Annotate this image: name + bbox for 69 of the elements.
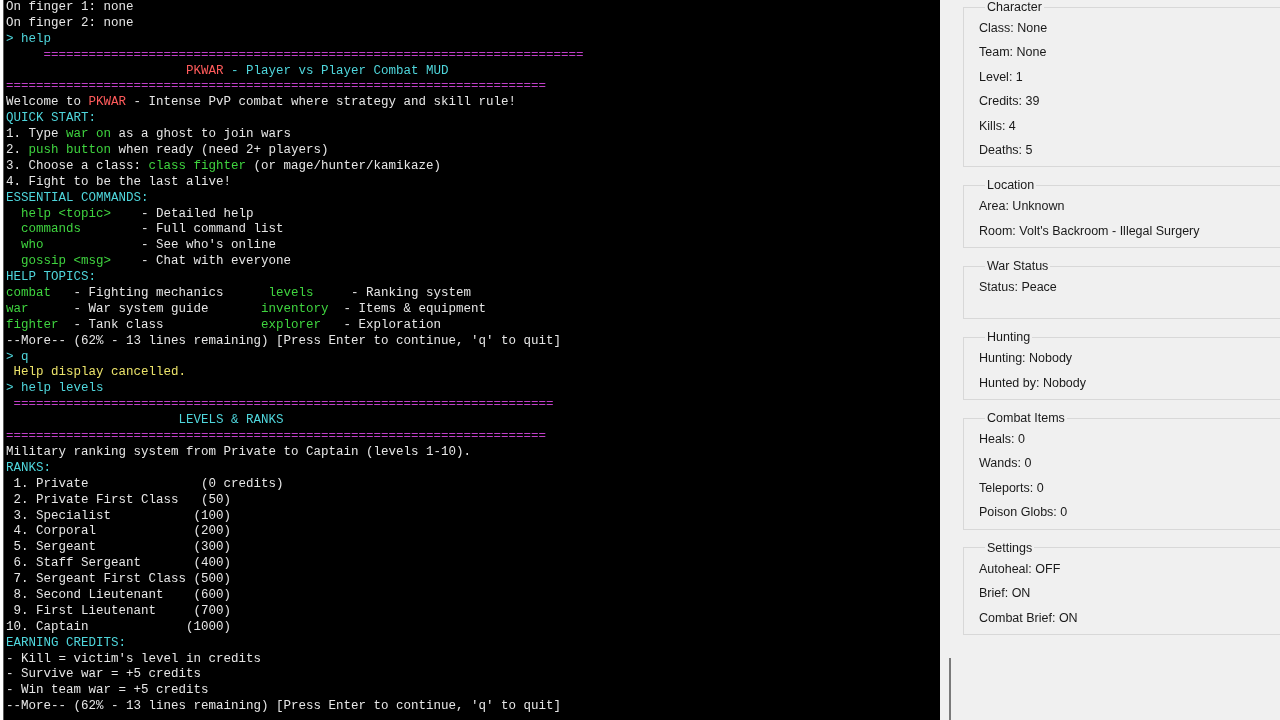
terminal-line: 2. push button when ready (need 2+ players) [6, 143, 329, 159]
section-heading: QUICK START: [6, 111, 96, 128]
section-heading: LEVELS & RANKS [177, 413, 284, 430]
info-label: Room: Volt's Backroom - Illegal Surgery [979, 222, 1200, 240]
terminal-line: war - War system guide inventory - Items & equipment [6, 301, 487, 318]
section-heading: HELP TOPICS: [6, 270, 96, 287]
command-line: > help levels [6, 381, 104, 398]
group-title: Settings [986, 540, 1034, 555]
status-message: Help display cancelled. [12, 365, 187, 382]
terminal-line: commands - Full command list [20, 222, 284, 239]
info-label: Deaths: 5 [979, 142, 1033, 160]
terminal-line: 1. Private (0 credits) [12, 476, 284, 493]
terminal-line: 7. Sergeant First Class (500) [12, 572, 232, 588]
terminal-line: Welcome to PKWAR - Intense PvP combat where strategy and skill rule! [6, 95, 517, 112]
terminal-line: fighter - Tank class explorer - Exploration [6, 317, 442, 334]
info-label: Credits: 39 [979, 93, 1040, 111]
info-label: Heals: 0 [979, 431, 1025, 449]
info-label: Teleports: 0 [979, 479, 1044, 497]
terminal-line: 2. Private First Class (50) [12, 492, 232, 509]
terminal-line: On finger 2: none [6, 15, 134, 32]
command-line: > q [6, 349, 29, 366]
info-label: Class: None [979, 20, 1048, 37]
info-label: Status: Peace [979, 279, 1057, 297]
terminal-line: - Survive war = +5 credits [6, 667, 202, 684]
terminal-line: 3. Choose a class: class fighter (or mage/hunter/kamikaze) [6, 158, 442, 175]
terminal-line: 1. Type war on as a ghost to join wars [6, 127, 292, 143]
info-label: Team: None [979, 44, 1047, 62]
terminal-line: - Kill = victim's level in credits [6, 651, 262, 668]
terminal-line: 4. Corporal (200) [12, 524, 232, 541]
section-heading: RANKS: [6, 460, 51, 477]
section-heading: EARNING CREDITS: [6, 635, 127, 652]
group-title: War Status [986, 259, 1050, 274]
info-label: Level: 1 [979, 68, 1023, 86]
section-heading: PKWAR - Player vs Player Combat MUD [185, 63, 449, 80]
terminal-line: gossip <msg> - Chat with everyone [20, 254, 292, 271]
info-label: Hunted by: Nobody [979, 374, 1086, 392]
terminal-line: Military ranking system from Private to Captain (levels 1-10). [6, 444, 472, 461]
group-title: Location [986, 178, 1036, 193]
group-title: Combat Items [986, 411, 1066, 426]
info-label: Hunting: Nobody [979, 350, 1073, 368]
info-label: Brief: ON [979, 585, 1031, 603]
terminal-line: 5. Sergeant (300) [12, 540, 232, 557]
group-title: Hunting [986, 330, 1032, 345]
info-label: Combat Brief: ON [979, 609, 1078, 627]
terminal-line: 8. Second Lieutenant (600) [12, 587, 232, 604]
terminal-line: On finger 1: none [6, 0, 134, 16]
terminal-line: 3. Specialist (100) [12, 508, 232, 525]
separator-line: ======================================================================== [12, 397, 554, 414]
info-label: Area: Unknown [979, 198, 1065, 216]
info-label: Autoheal: OFF [979, 560, 1061, 578]
info-label: Wands: 0 [979, 455, 1032, 473]
terminal-line: 6. Staff Sergeant (400) [12, 556, 232, 573]
separator-line: ======================================================================== [6, 429, 547, 445]
separator-line: ======================================================================== [42, 47, 584, 64]
terminal-line: help <topic> - Detailed help [20, 206, 254, 223]
separator-line: ======================================================================== [6, 79, 547, 96]
info-label: Kills: 4 [979, 117, 1016, 135]
terminal-line: who - See who's online [20, 238, 277, 255]
terminal-line: --More-- (62% - 13 lines remaining) [Press Enter to continue, 'q' to quit] [6, 699, 562, 716]
terminal-line: - Win team war = +5 credits [6, 683, 209, 700]
info-label: Poison Globs: 0 [979, 504, 1068, 522]
terminal-line: 9. First Lieutenant (700) [12, 603, 232, 620]
terminal-line: combat - Fighting mechanics levels - Ranking system [6, 286, 472, 302]
terminal-line: 10. Captain (1000) [6, 619, 232, 636]
command-line: > help [6, 31, 51, 48]
group-title: Character [986, 0, 1043, 14]
terminal-line: --More-- (62% - 13 lines remaining) [Press Enter to continue, 'q' to quit] [6, 333, 562, 350]
terminal-line: 4. Fight to be the last alive! [6, 174, 232, 191]
section-heading: ESSENTIAL COMMANDS: [6, 190, 149, 207]
